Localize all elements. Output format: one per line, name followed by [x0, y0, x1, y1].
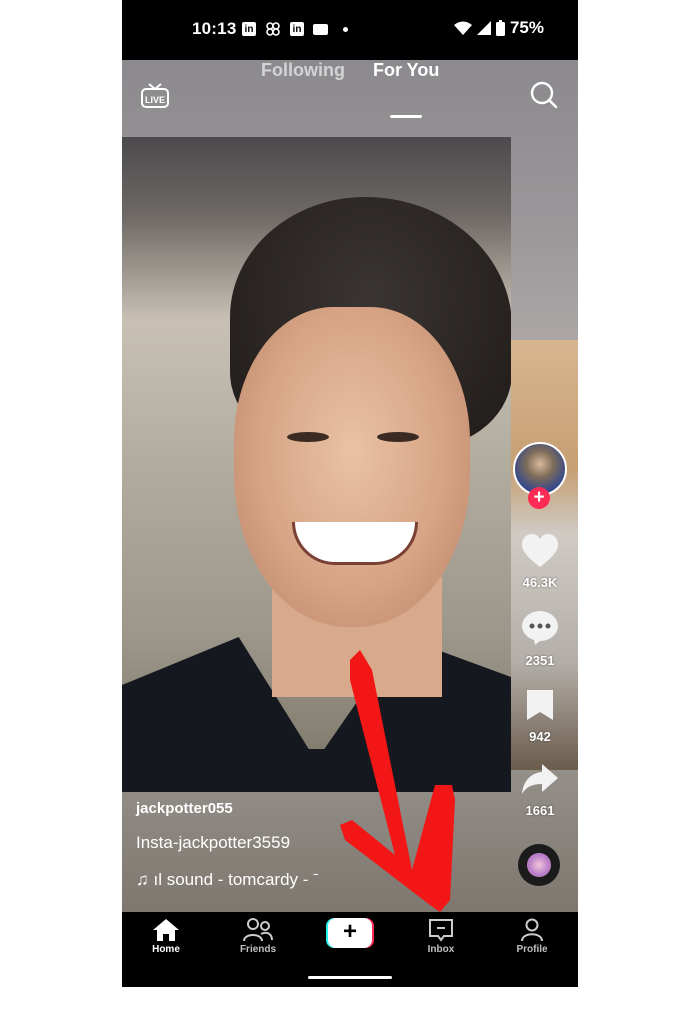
more-notifications-dot — [343, 26, 348, 32]
sound-link[interactable]: ♫ ıl sound - tomcardy - ˉ — [136, 870, 319, 890]
notification-icons: in in — [242, 21, 348, 37]
home-icon — [153, 919, 179, 941]
battery-icon — [495, 20, 505, 36]
status-right: 75% — [453, 18, 544, 38]
inbox-message-icon — [429, 919, 453, 942]
friends-icon — [243, 918, 273, 942]
nav-profile[interactable]: Profile — [497, 918, 567, 955]
nav-inbox[interactable]: Inbox — [406, 918, 476, 955]
nav-home-label: Home — [152, 944, 180, 955]
linkedin-icon: in — [242, 22, 256, 36]
comment-button[interactable]: 2351 — [510, 610, 570, 668]
video-frame-photo — [122, 137, 511, 792]
live-button[interactable]: LIVE — [140, 82, 170, 108]
bottom-nav: Home Friends + Inbox Profile — [122, 912, 578, 987]
gesture-home-bar — [308, 976, 392, 979]
like-button[interactable]: 46.3K — [510, 534, 570, 590]
signal-icon — [476, 21, 491, 35]
nav-home[interactable]: Home — [131, 918, 201, 955]
gmail-icon — [313, 23, 328, 35]
nav-profile-label: Profile — [516, 944, 548, 955]
linkedin-icon: in — [290, 22, 304, 36]
eye — [287, 432, 329, 442]
svg-text:LIVE: LIVE — [145, 95, 165, 105]
creator-username[interactable]: jackpotter055 — [136, 800, 233, 817]
share-arrow-icon — [522, 764, 558, 794]
comment-icon — [522, 611, 558, 645]
save-count: 942 — [529, 729, 551, 744]
top-nav: LIVE Following For You — [122, 60, 578, 132]
share-count: 1661 — [525, 803, 555, 818]
follow-button[interactable]: + — [528, 487, 550, 509]
search-icon — [530, 81, 558, 109]
nav-inbox-label: Inbox — [427, 944, 455, 955]
nav-friends-label: Friends — [239, 944, 277, 955]
face — [234, 307, 470, 627]
status-time: 10:13 — [192, 19, 237, 38]
eye — [377, 432, 419, 442]
sound-title: ıl sound - tomcardy - ˉ — [153, 870, 319, 889]
battery-percent: 75% — [509, 18, 544, 37]
sound-disc[interactable] — [518, 844, 560, 886]
phone-screen: 10:13 in in 75% LIVE Following For You +… — [122, 0, 578, 987]
tab-following[interactable]: Following — [261, 60, 345, 81]
active-tab-indicator — [390, 115, 422, 118]
nav-friends[interactable]: Friends — [223, 918, 293, 955]
search-button[interactable] — [530, 80, 558, 110]
music-note-icon: ♫ — [136, 870, 149, 889]
profile-icon — [521, 918, 543, 942]
pinwheel-icon — [266, 22, 280, 36]
status-bar: 10:13 in in 75% — [122, 0, 578, 60]
like-count: 46.3K — [522, 575, 558, 590]
bookmark-icon — [527, 690, 553, 720]
sound-cover-art — [527, 853, 551, 877]
wifi-icon — [453, 21, 472, 35]
heart-icon — [522, 534, 558, 567]
plus-icon: + — [328, 918, 372, 948]
live-tv-icon: LIVE — [141, 83, 169, 108]
create-button[interactable]: + — [326, 918, 374, 948]
comment-count: 2351 — [525, 653, 555, 668]
share-button[interactable]: 1661 — [510, 762, 570, 818]
video-description: Insta-jackpotter3559 — [136, 833, 291, 852]
tab-for-you[interactable]: For You — [373, 60, 439, 81]
save-button[interactable]: 942 — [510, 688, 570, 744]
